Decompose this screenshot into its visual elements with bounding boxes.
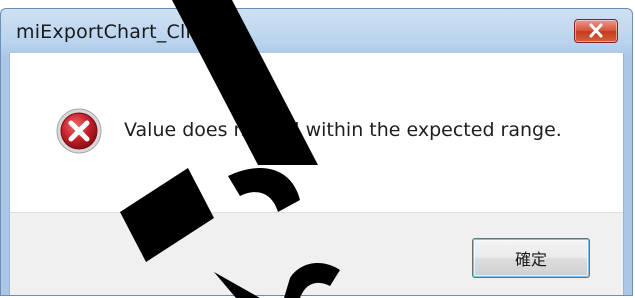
screen: miExportChart_Click Value does not fall …	[0, 0, 635, 298]
error-icon	[56, 108, 102, 154]
button-area: 確定	[10, 212, 623, 295]
error-message: Value does not fall within the expected …	[124, 119, 562, 141]
close-icon	[589, 23, 603, 38]
dialog-title: miExportChart_Click	[16, 21, 213, 43]
title-bar[interactable]: miExportChart_Click	[1, 9, 632, 53]
close-button[interactable]	[574, 19, 618, 43]
dialog-client-area: Value does not fall within the expected …	[9, 53, 624, 295]
message-dialog: miExportChart_Click Value does not fall …	[0, 8, 633, 296]
message-area: Value does not fall within the expected …	[10, 53, 623, 212]
ok-button[interactable]: 確定	[472, 238, 590, 278]
